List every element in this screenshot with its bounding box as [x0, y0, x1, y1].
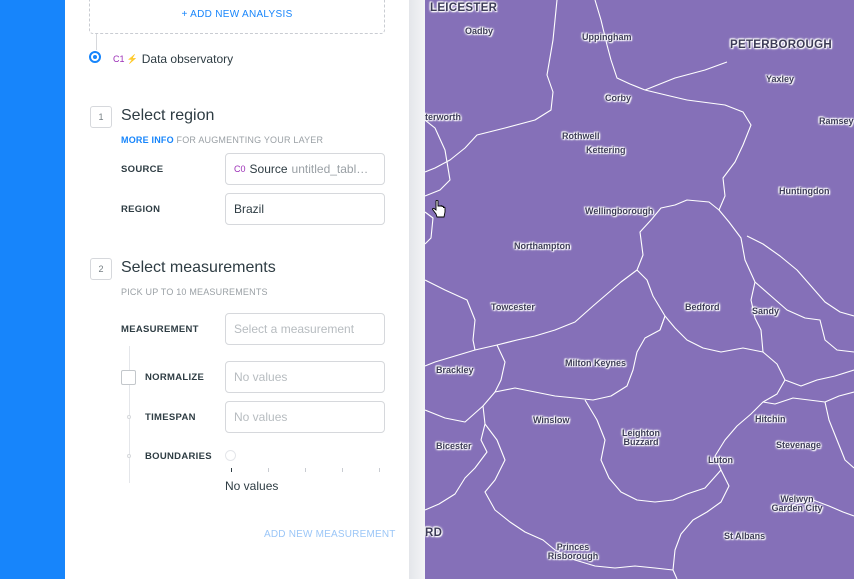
source-table: untitled_tabl…	[291, 162, 369, 176]
slider-tick	[231, 468, 232, 472]
map-view[interactable]: LEICESTER Oadby Uppingham PETERBOROUGH Y…	[425, 0, 854, 579]
place-label: terworth	[425, 112, 461, 122]
place-label: Corby	[605, 93, 632, 103]
place-label: Towcester	[491, 302, 535, 312]
place-label: Sandy	[752, 306, 780, 316]
place-label: Kettering	[586, 145, 626, 155]
source-select[interactable]: C0 Source untitled_tabl…	[225, 153, 385, 185]
place-label: Leighton Buzzard	[622, 428, 660, 447]
left-rail	[0, 0, 65, 579]
analysis-item[interactable]: C1 ⚡ Data observatory	[113, 51, 233, 67]
hand-cursor-icon	[432, 200, 446, 218]
place-label: LEICESTER	[430, 2, 498, 14]
place-label: Winslow	[533, 415, 570, 425]
boundaries-node	[127, 454, 131, 458]
normalize-label: NORMALIZE	[145, 372, 205, 383]
measurement-label: MEASUREMENT	[121, 324, 199, 335]
analysis-badge: C1	[113, 54, 125, 64]
analysis-radio[interactable]	[89, 51, 101, 63]
place-label: Stevenage	[776, 440, 822, 450]
timespan-label: TIMESPAN	[145, 412, 196, 423]
step-1-title: Select region	[121, 107, 215, 124]
step-2-number: 2	[90, 258, 112, 280]
lightning-icon: ⚡	[126, 53, 138, 64]
place-label: Hitchin	[755, 414, 786, 424]
timespan-select[interactable]: No values	[225, 401, 385, 433]
place-label: Bicester	[436, 441, 472, 451]
add-analysis-button[interactable]: + ADD NEW ANALYSIS	[89, 0, 385, 34]
add-measurement-button[interactable]: ADD NEW MEASUREMENT	[264, 529, 396, 540]
place-label: Brackley	[436, 365, 474, 375]
place-label: Oadby	[465, 26, 494, 36]
step-2-subtitle: PICK UP TO 10 MEASUREMENTS	[121, 287, 268, 297]
timespan-node	[127, 415, 131, 419]
analysis-connector	[96, 34, 97, 50]
slider-tick	[305, 468, 306, 472]
place-label: Welwyn Garden City	[771, 494, 823, 513]
slider-tick	[379, 468, 380, 472]
place-label: Bedford	[685, 302, 720, 312]
place-label: Rothwell	[562, 131, 600, 141]
boundaries-label: BOUNDARIES	[145, 451, 212, 462]
normalize-select[interactable]: No values	[225, 361, 385, 393]
analysis-title: Data observatory	[141, 52, 234, 66]
place-label: PETERBOROUGH	[730, 39, 832, 51]
place-label: Uppingham	[582, 32, 632, 42]
place-label: Milton Keynes	[565, 358, 627, 368]
place-label: RD	[425, 527, 443, 539]
step-1-subtitle-text: FOR AUGMENTING YOUR LAYER	[176, 135, 324, 145]
measurement-select[interactable]: Select a measurement	[225, 313, 385, 345]
step-1-subtitle: MORE INFO FOR AUGMENTING YOUR LAYER	[121, 135, 323, 145]
place-label: Luton	[708, 455, 733, 465]
step-2-title: Select measurements	[121, 259, 276, 276]
source-badge: C0	[234, 164, 246, 174]
place-label: Wellingborough	[585, 206, 654, 216]
region-label: REGION	[121, 204, 161, 215]
place-label: Ramsey	[819, 116, 854, 126]
boundaries-value: No values	[225, 479, 279, 493]
region-input[interactable]: Brazil	[225, 193, 385, 225]
place-label: Yaxley	[766, 74, 795, 84]
place-label: Huntingdon	[779, 186, 830, 196]
source-value: Source	[249, 162, 288, 176]
step-1-number: 1	[90, 106, 112, 128]
place-label: Princes Risborough	[547, 542, 599, 561]
panel-divider	[409, 0, 425, 579]
place-label: Northampton	[514, 241, 571, 251]
boundaries-slider-handle[interactable]	[225, 450, 236, 461]
normalize-checkbox[interactable]	[121, 370, 136, 385]
source-label: SOURCE	[121, 164, 164, 175]
slider-tick	[268, 468, 269, 472]
boundary-lines	[425, 0, 854, 579]
more-info-link[interactable]: MORE INFO	[121, 135, 174, 145]
slider-tick	[342, 468, 343, 472]
place-label: St Albans	[724, 531, 766, 541]
